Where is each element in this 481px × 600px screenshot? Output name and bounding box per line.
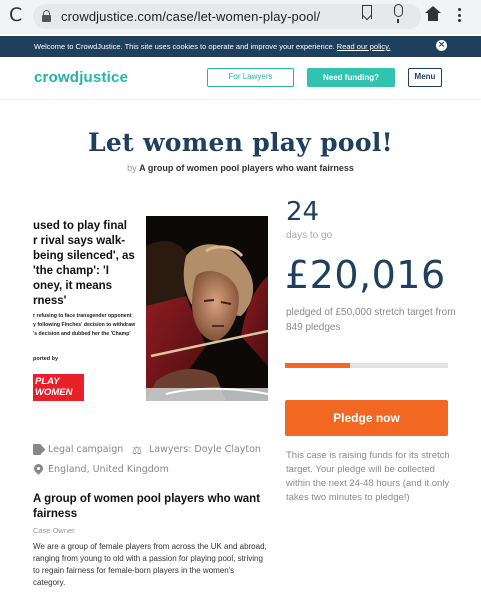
- for-lawyers-button[interactable]: For Lawyers: [207, 68, 294, 87]
- image-subtext-line: 's decision and dubbed her the 'Champ': [33, 331, 131, 337]
- byline-by: by: [127, 163, 137, 173]
- byline-author[interactable]: A group of women pool players who want f…: [139, 163, 354, 173]
- home-icon[interactable]: [425, 6, 441, 22]
- image-subtext: r refusing to face transgender opponent …: [33, 312, 135, 339]
- image-headline-line: 'the champ': 'I: [33, 265, 109, 277]
- player-photo-art: [146, 216, 268, 401]
- mic-icon[interactable]: [394, 4, 403, 23]
- image-headline-line: rness': [33, 295, 67, 307]
- play-women-logo-line: WOMEN: [35, 387, 73, 398]
- close-icon[interactable]: ×: [436, 40, 447, 51]
- campaign-category: Legal campaign: [48, 444, 124, 455]
- image-headline: used to play final r rival says walk- be…: [33, 219, 143, 309]
- play-women-logo-line: PLAY: [35, 376, 60, 387]
- image-headline-line: r rival says walk-: [33, 235, 126, 247]
- page-title: Let women play pool!: [88, 128, 393, 157]
- campaign-lawyers[interactable]: Lawyers: Doyle Clayton: [149, 444, 261, 455]
- cookie-policy-link[interactable]: Read our policy.: [337, 42, 391, 51]
- need-funding-button[interactable]: Need funding?: [307, 68, 395, 87]
- campaign-image[interactable]: used to play final r rival says walk- be…: [33, 216, 268, 401]
- scales-icon: ⚖: [132, 444, 142, 457]
- pledge-note: This case is raising funds for its stret…: [286, 450, 450, 503]
- days-label: days to go: [286, 230, 333, 241]
- image-headline-line: used to play final: [33, 220, 127, 232]
- funding-progress-fill: [285, 363, 351, 368]
- image-headline-line: being silenced', as: [33, 250, 135, 262]
- image-headline-line: oney, it means: [33, 280, 113, 292]
- case-description: We are a group of female players from ac…: [33, 542, 267, 587]
- logo-part-justice: justice: [79, 69, 129, 86]
- days-remaining: 24: [286, 197, 320, 227]
- play-women-logo: PLAY WOMEN: [33, 374, 84, 401]
- bookmark-icon[interactable]: [362, 5, 372, 19]
- location-pin-icon: [34, 464, 43, 476]
- reload-icon[interactable]: C: [9, 6, 27, 25]
- player-photo: [146, 216, 268, 401]
- crowdjustice-logo[interactable]: crowdjustice: [34, 69, 128, 86]
- funding-progress-bar: [285, 363, 448, 368]
- menu-button[interactable]: Menu: [408, 68, 442, 87]
- logo-part-crowd: crowd: [34, 69, 80, 86]
- cookie-message: Welcome to CrowdJustice. This site uses …: [34, 42, 335, 51]
- cookie-text: Welcome to CrowdJustice. This site uses …: [34, 42, 390, 51]
- byline: by A group of women pool players who wan…: [0, 163, 481, 173]
- image-supported-by: ported by: [33, 356, 59, 362]
- browser-toolbar: C crowdjustice.com/case/let-women-play-p…: [0, 0, 481, 34]
- case-owner-role: Case Owner: [33, 526, 75, 535]
- amount-raised: £20,016: [285, 253, 446, 297]
- image-subtext-line: r refusing to face transgender opponent: [33, 313, 132, 319]
- pledge-now-button[interactable]: Pledge now: [285, 400, 448, 436]
- campaign-location: England, United Kingdom: [48, 464, 169, 475]
- tag-icon: [33, 444, 45, 455]
- lock-icon: [42, 10, 51, 22]
- kebab-menu-icon[interactable]: [458, 8, 462, 24]
- image-subtext-line: y following Finches' decision to withdra…: [33, 322, 136, 328]
- pledged-summary: pledged of £50,000 stretch target from 8…: [286, 307, 456, 333]
- url-text[interactable]: crowdjustice.com/case/let-women-play-poo…: [61, 9, 320, 24]
- site-header: crowdjustice For Lawyers Need funding? M…: [0, 57, 481, 99]
- case-owner-name: A group of women pool players who want f…: [33, 493, 261, 520]
- cookie-banner: Welcome to CrowdJustice. This site uses …: [0, 36, 481, 57]
